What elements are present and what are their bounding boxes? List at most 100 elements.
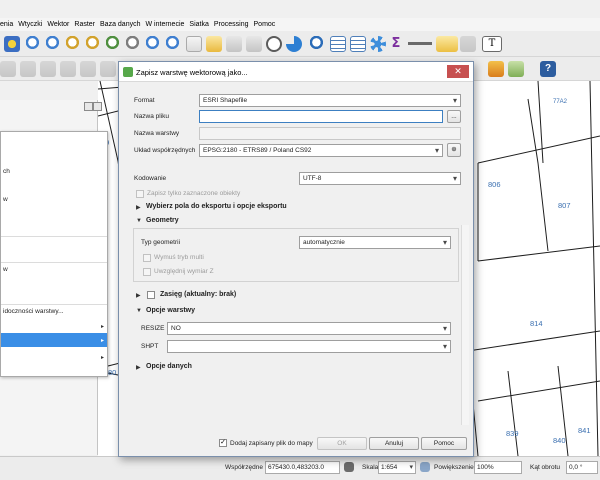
extent-section-header[interactable]: Zasięg (aktualny: brak) [160, 291, 236, 298]
zoom-next-icon[interactable] [166, 36, 182, 52]
filename-input[interactable] [199, 110, 443, 123]
menu-item-mesh[interactable]: Siatka [189, 21, 208, 28]
expand-arrow-icon[interactable]: ▶ [136, 292, 141, 299]
context-menu-item[interactable]: ch [3, 168, 10, 175]
help-button[interactable]: Pomoc [421, 437, 467, 450]
map-plugin-icon[interactable] [508, 61, 524, 77]
magnifier-field[interactable]: 100% [474, 461, 522, 474]
menu-item-processing[interactable]: Processing [214, 21, 249, 28]
zoom-full-icon[interactable] [66, 36, 82, 52]
context-menu-item-export-highlighted[interactable] [1, 333, 107, 347]
submenu-arrow-icon: ▸ [100, 338, 104, 344]
expand-arrow-icon[interactable]: ▶ [136, 204, 141, 211]
context-menu-separator [1, 236, 107, 237]
ok-button[interactable]: OK [317, 437, 367, 450]
zoom-layer-icon[interactable] [106, 36, 122, 52]
layername-input[interactable] [199, 127, 461, 140]
geometry-section-header[interactable]: Geometry [146, 217, 179, 224]
parcel-label: 841 [578, 426, 591, 435]
selected-only-checkbox[interactable] [136, 190, 144, 198]
format-label: Format [134, 97, 155, 104]
shpt-label: SHPT [141, 343, 159, 350]
temporal-icon[interactable] [246, 36, 262, 52]
crs-label: Układ współrzędnych [134, 147, 196, 154]
panel-close-button[interactable] [93, 102, 102, 111]
layer-options-section-header[interactable]: Opcje warstwy [146, 307, 195, 314]
annotation-icon[interactable] [436, 36, 458, 52]
digitize-icon[interactable] [20, 61, 36, 77]
format-select[interactable]: ESRI Shapefile [199, 94, 461, 107]
crs-selector-globe-icon[interactable]: ⊕ [447, 143, 461, 157]
clock-icon[interactable] [266, 36, 282, 52]
lock-scale-icon[interactable] [420, 462, 430, 472]
scale-combo[interactable]: 1:654 [378, 461, 416, 474]
bookmark-icon[interactable] [206, 36, 222, 52]
data-options-section-header[interactable]: Opcje danych [146, 363, 192, 370]
sum-icon[interactable]: Σ [388, 36, 404, 52]
qgis-logo-icon [123, 67, 133, 77]
menu-item-plugins[interactable]: Wtyczki [18, 21, 42, 28]
identify-icon[interactable] [310, 36, 326, 52]
expand-arrow-icon[interactable]: ▶ [136, 364, 141, 371]
status-bar: Współrzędne 675430.0,483203.0 Skala 1:65… [0, 456, 600, 480]
menu-item-help[interactable]: Pomoc [254, 21, 276, 28]
zoom-in-icon[interactable] [26, 36, 42, 52]
context-menu-item[interactable]: w [3, 266, 8, 273]
resize-select[interactable]: NO [167, 322, 451, 335]
collapse-arrow-icon[interactable]: ▼ [136, 218, 142, 224]
extent-checkbox[interactable] [147, 291, 155, 299]
context-menu-item-scale-visibility[interactable]: idoczności warstwy... [3, 308, 64, 315]
magnifier-label: Powiększenie [434, 464, 474, 471]
add-to-map-checkbox[interactable]: ✓ [219, 439, 227, 447]
python-console-icon[interactable]: ? [540, 61, 556, 77]
measure-icon[interactable] [408, 36, 432, 52]
filename-label: Nazwa pliku [134, 113, 170, 120]
pan-icon[interactable] [4, 36, 20, 52]
menu-item-web[interactable]: W internecie [146, 21, 185, 28]
cancel-button[interactable]: Anuluj [369, 437, 419, 450]
layer-context-menu: ch w w idoczności warstwy... ▸ ▸ ▸ [0, 131, 108, 377]
crs-select[interactable]: EPSG:2180 - ETRS89 / Poland CS92 [199, 144, 443, 157]
refresh-icon[interactable] [286, 36, 302, 52]
attribute-table-icon[interactable] [330, 36, 346, 52]
edit-pencil-icon[interactable] [0, 61, 16, 77]
menu-item-vector[interactable]: Wektor [47, 21, 69, 28]
menu-item-database[interactable]: Baza danych [100, 21, 140, 28]
save-vector-layer-dialog: Zapisz warstwę wektorową jako... ✕ Forma… [118, 61, 474, 457]
include-z-checkbox[interactable] [143, 268, 151, 276]
collapse-arrow-icon[interactable]: ▼ [136, 308, 142, 314]
vertex-tool-icon[interactable] [40, 61, 56, 77]
menu-item-settings[interactable]: enia [0, 21, 13, 28]
map-tips-icon[interactable] [460, 36, 476, 52]
close-button[interactable]: ✕ [447, 65, 469, 78]
context-menu-item[interactable]: w [3, 196, 8, 203]
text-annotation-icon[interactable]: T [482, 36, 502, 52]
layername-label: Nazwa warstwy [134, 130, 180, 137]
delete-feature-icon[interactable] [80, 61, 96, 77]
zoom-selection-icon[interactable] [86, 36, 102, 52]
zoom-last-icon[interactable] [146, 36, 162, 52]
shpt-select[interactable] [167, 340, 451, 353]
geometry-type-select[interactable]: automatycznie [299, 236, 451, 249]
panel-float-button[interactable] [84, 102, 93, 111]
menu-item-raster[interactable]: Raster [74, 21, 95, 28]
browse-button[interactable]: ... [447, 110, 461, 123]
move-feature-icon[interactable] [60, 61, 76, 77]
fields-section-header[interactable]: Wybierz pola do eksportu i opcje eksport… [146, 203, 287, 210]
zoom-native-icon[interactable] [126, 36, 142, 52]
toolbar-main: Σ T [0, 31, 600, 57]
rotation-field[interactable]: 0,0 ° [566, 461, 598, 474]
coordinates-field[interactable]: 675430.0,483203.0 [265, 461, 340, 474]
extents-toggle-icon[interactable] [344, 462, 354, 472]
new-map-view-icon[interactable] [186, 36, 202, 52]
force-multi-checkbox[interactable] [143, 254, 151, 262]
context-menu-separator [1, 262, 107, 263]
dialog-scrollbar[interactable] [461, 225, 469, 425]
encoding-select[interactable]: UTF-8 [299, 172, 461, 185]
statistics-icon[interactable] [350, 36, 366, 52]
plugin-icon[interactable] [488, 61, 504, 77]
settings-gear-icon[interactable] [370, 36, 386, 52]
cut-feature-icon[interactable] [100, 61, 116, 77]
zoom-out-icon[interactable] [46, 36, 62, 52]
show-bookmarks-icon[interactable] [226, 36, 242, 52]
